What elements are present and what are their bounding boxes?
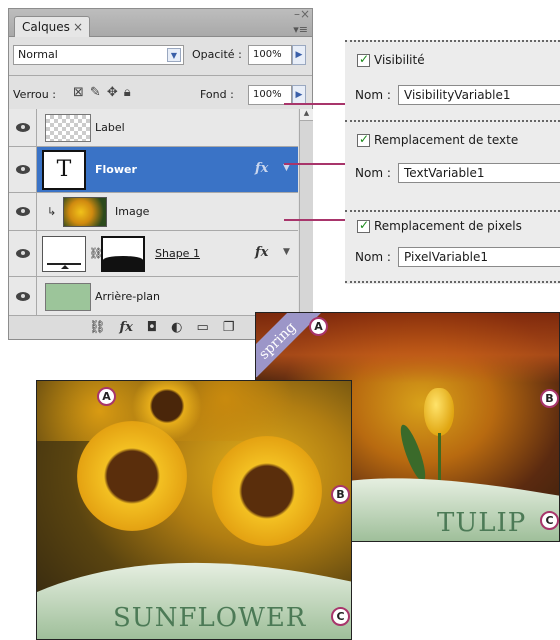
tab-layers-label: Calques: [22, 20, 70, 34]
name-label: Nom :: [355, 166, 391, 180]
lock-transparency-icon[interactable]: ⊠: [73, 85, 84, 100]
link-icon[interactable]: ⛓: [89, 320, 106, 335]
layer-name: Arrière-plan: [95, 290, 160, 303]
layer-name: Shape 1: [155, 247, 200, 260]
sunflower-label: SUNFLOWER: [113, 603, 307, 633]
fx-icon[interactable]: fx: [255, 161, 268, 176]
fill-input[interactable]: 100%: [248, 85, 292, 105]
adjustment-icon[interactable]: ◐: [171, 320, 182, 335]
text-replacement-checkbox[interactable]: [357, 132, 370, 147]
shape-marker: [61, 265, 69, 269]
lock-label: Verrou :: [13, 88, 56, 101]
variables-dialog: Visibilité Nom : VisibilityVariable1 Rem…: [345, 40, 560, 284]
new-layer-icon[interactable]: ❐: [223, 320, 235, 335]
layer-row-shape[interactable]: ⛓ Shape 1 fx ▼: [9, 231, 298, 277]
scroll-up-icon[interactable]: ▲: [300, 109, 313, 121]
visibility-toggle[interactable]: [9, 193, 37, 230]
marker-a: A: [97, 387, 116, 406]
chevron-down-icon[interactable]: ▼: [167, 48, 181, 62]
layer-row-image[interactable]: ↳ Image: [9, 193, 298, 231]
layer-name: Flower: [95, 163, 137, 176]
text-replacement-section: Remplacement de texte Nom : TextVariable…: [345, 120, 560, 192]
tab-layers[interactable]: Calques ×: [14, 16, 90, 37]
pixel-replacement-checkbox[interactable]: [357, 218, 370, 233]
layer-name: Image: [115, 205, 150, 218]
visibility-toggle[interactable]: [9, 147, 37, 192]
marker-a: A: [309, 317, 328, 336]
connector-line: [284, 103, 346, 105]
fill-arrow-icon[interactable]: ▶: [292, 85, 306, 105]
layer-scrollbar[interactable]: ▲: [299, 109, 313, 317]
panel-tabbar: Calques × – × ▾≡: [9, 7, 312, 37]
fill-label: Fond :: [200, 88, 234, 101]
opacity-arrow-icon[interactable]: ▶: [292, 45, 306, 65]
close-panel-icon[interactable]: ×: [300, 7, 310, 21]
expand-arrow-icon[interactable]: ▼: [283, 247, 290, 257]
fx-icon[interactable]: fx: [255, 245, 268, 260]
pixel-replacement-section: Remplacement de pixels Nom : PixelVariab…: [345, 210, 560, 283]
visibility-toggle[interactable]: [9, 231, 37, 276]
eye-icon[interactable]: [16, 123, 30, 132]
close-icon[interactable]: ×: [73, 20, 83, 34]
visibility-label: Visibilité: [374, 53, 425, 67]
lock-all-icon[interactable]: 🔒︎: [124, 85, 131, 100]
pixel-name-field[interactable]: PixelVariable1: [398, 247, 560, 267]
blend-opacity-row: Normal ▼ Opacité : 100% ▶: [13, 45, 308, 65]
footer-icons: ⛓ fx ◘ ◐ ▭ ❐: [89, 320, 234, 335]
background-thumbnail: [45, 283, 91, 311]
marker-c: C: [540, 511, 559, 530]
blend-mode-value: Normal: [18, 48, 58, 61]
connector-line: [284, 163, 346, 165]
sunflower-right: [212, 436, 322, 546]
divider: [9, 75, 312, 76]
eye-icon[interactable]: [16, 249, 30, 258]
layer-list: Label T Flower fx ▼ ↳ Image ⛓ Shape 1 fx…: [9, 109, 298, 317]
lock-fill-row: Verrou : ⊠ ✎ ✥ 🔒︎ Fond : 100% ▶: [13, 85, 308, 105]
text-replacement-label: Remplacement de texte: [374, 133, 519, 147]
visibility-checkbox[interactable]: [357, 52, 370, 67]
layers-panel: Calques × – × ▾≡ Normal ▼ Opacité : 100%…: [8, 7, 313, 340]
name-label: Nom :: [355, 88, 391, 102]
lock-position-icon[interactable]: ✥: [107, 85, 118, 100]
lock-icons: ⊠ ✎ ✥ 🔒︎: [73, 85, 131, 100]
marker-c: C: [331, 607, 350, 626]
text-layer-thumbnail: T: [42, 150, 86, 190]
image-layer-thumbnail: [63, 197, 107, 227]
pixel-replacement-label: Remplacement de pixels: [374, 219, 522, 233]
layer-row-label[interactable]: Label: [9, 109, 298, 147]
tulip-flower: [424, 388, 454, 436]
blend-mode-select[interactable]: Normal ▼: [13, 45, 184, 65]
connector-line: [284, 219, 346, 221]
clip-arrow-icon: ↳: [47, 205, 57, 218]
lock-pixels-icon[interactable]: ✎: [90, 85, 101, 100]
visibility-name-field[interactable]: VisibilityVariable1: [398, 85, 560, 105]
folder-icon[interactable]: ▭: [197, 320, 209, 335]
sunflower-photo: SUNFLOWER A B C: [36, 380, 352, 640]
tulip-label: TULIP: [437, 508, 527, 538]
marker-b: B: [331, 485, 350, 504]
mask-shape: [103, 256, 143, 270]
mask-icon[interactable]: ◘: [147, 320, 157, 335]
visibility-section: Visibilité Nom : VisibilityVariable1: [345, 40, 560, 112]
vector-mask-thumbnail: [101, 236, 145, 272]
text-name-field[interactable]: TextVariable1: [398, 163, 560, 183]
shape-fill-thumbnail: [42, 236, 86, 272]
layer-name: Label: [95, 121, 125, 134]
marker-b: B: [540, 389, 559, 408]
eye-icon[interactable]: [16, 165, 30, 174]
opacity-input[interactable]: 100%: [248, 45, 292, 65]
name-label: Nom :: [355, 250, 391, 264]
visibility-toggle[interactable]: [9, 109, 37, 146]
opacity-label: Opacité :: [192, 48, 242, 61]
fx-icon[interactable]: fx: [120, 320, 133, 335]
eye-icon[interactable]: [16, 207, 30, 216]
visibility-toggle[interactable]: [9, 277, 37, 316]
layer-row-background[interactable]: Arrière-plan: [9, 277, 298, 317]
eye-icon[interactable]: [16, 292, 30, 301]
layer-thumbnail: [45, 114, 91, 142]
panel-menu-icon[interactable]: ▾≡: [293, 23, 308, 36]
layer-row-flower[interactable]: T Flower fx ▼: [9, 147, 298, 193]
